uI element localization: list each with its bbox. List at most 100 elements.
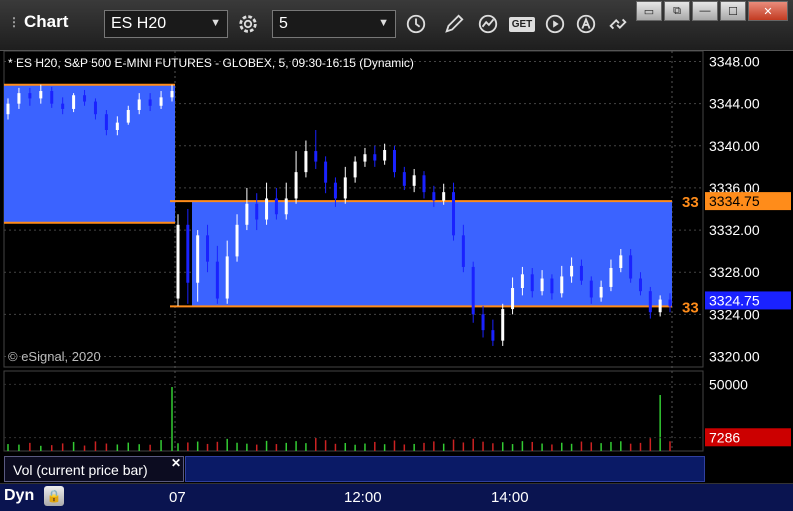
volume-study-label[interactable]: Vol (current price bar) — [4, 456, 184, 482]
clock-icon — [406, 14, 426, 34]
candle-body — [255, 203, 259, 220]
study-button[interactable] — [474, 10, 502, 38]
toolbar: ⋮ Chart ES H20 ▼ 5 ▼ GET ▭ ⧉ — ☐ ✕ — [0, 0, 793, 51]
candle-body — [83, 95, 87, 102]
grip-icon: ⋮ — [8, 15, 20, 29]
candle-body — [170, 91, 174, 98]
candle-body — [491, 330, 495, 341]
app-title-label: Chart — [24, 12, 69, 31]
x-tick: 07 — [169, 489, 186, 506]
candle-body — [61, 103, 65, 109]
level-short-label: 33 — [682, 299, 699, 316]
upper-level-tag: 3334.75 — [709, 193, 760, 209]
candle-body — [353, 161, 357, 178]
pin-icon: ▭ — [643, 5, 655, 18]
candle-body — [442, 192, 446, 201]
restore-button[interactable]: ⧉ — [664, 1, 690, 21]
volume-study-text: Vol (current price bar) — [13, 462, 148, 478]
candle-body — [461, 235, 465, 267]
candle-body — [550, 278, 554, 294]
candle-body — [530, 274, 534, 292]
candle-body — [422, 175, 426, 193]
app-title: ⋮ Chart — [8, 12, 68, 32]
candle-body — [17, 93, 21, 104]
candle-body — [215, 261, 219, 299]
level-short-label: 33 — [682, 194, 699, 211]
close-icon: ✕ — [763, 5, 773, 18]
link-button[interactable] — [604, 10, 632, 38]
candle-body — [520, 274, 524, 288]
candle-body — [540, 278, 544, 292]
candle-body — [265, 198, 269, 220]
minimize-button[interactable]: — — [692, 1, 718, 21]
interval-input[interactable]: 5 ▼ — [272, 10, 396, 38]
candle-body — [668, 299, 672, 307]
alert-icon — [576, 14, 596, 34]
candle-body — [314, 151, 318, 162]
close-icon[interactable]: ✕ — [171, 456, 181, 470]
candle-body — [137, 99, 141, 110]
chevron-down-icon[interactable]: ▼ — [210, 17, 221, 29]
candle-body — [629, 255, 633, 279]
price-tick-label: 3344.00 — [709, 96, 760, 112]
candle-body — [126, 109, 130, 123]
candle-body — [599, 286, 603, 298]
candle-body — [658, 299, 662, 313]
price-tick-label: 3348.00 — [709, 54, 760, 70]
close-button[interactable]: ✕ — [748, 1, 788, 21]
get-button[interactable]: GET — [506, 10, 538, 38]
candle-body — [50, 91, 54, 104]
candle-body — [274, 198, 278, 215]
candle-body — [383, 150, 387, 161]
symbol-input[interactable]: ES H20 ▼ — [104, 10, 228, 38]
play-button[interactable] — [541, 10, 569, 38]
candle-body — [186, 224, 190, 283]
candle-body — [206, 235, 210, 262]
time-axis — [0, 483, 793, 511]
settings-button[interactable] — [234, 10, 262, 38]
link-icon — [609, 18, 627, 30]
candle-body — [115, 122, 119, 130]
dynamic-label: Dyn — [4, 487, 35, 504]
candle-body — [648, 291, 652, 313]
candle-body — [638, 278, 642, 292]
candle-body — [324, 161, 328, 183]
candle-body — [432, 192, 436, 201]
volume-tick-label: 50000 — [709, 376, 748, 392]
candle-body — [481, 314, 485, 331]
candle-body — [363, 154, 367, 162]
candle-body — [6, 103, 10, 115]
candle-body — [39, 91, 43, 99]
time-button[interactable] — [402, 10, 430, 38]
candle-body — [392, 150, 396, 173]
candle-body — [28, 93, 32, 99]
price-tick-label: 3332.00 — [709, 222, 760, 238]
maximize-button[interactable]: ☐ — [720, 1, 746, 21]
pin-button[interactable]: ▭ — [636, 1, 662, 21]
candle-body — [511, 288, 515, 310]
candle-body — [333, 182, 337, 199]
candle-body — [579, 265, 583, 281]
candle-body — [570, 265, 574, 277]
price-tick-label: 3328.00 — [709, 264, 760, 280]
chevron-down-icon[interactable]: ▼ — [378, 17, 389, 29]
lock-icon[interactable]: 🔒 — [44, 486, 64, 506]
play-icon — [545, 14, 565, 34]
interval-value: 5 — [279, 15, 288, 32]
price-chart[interactable]: 3348.003344.003340.003336.003332.003328.… — [0, 51, 793, 483]
candle-body — [501, 309, 505, 341]
alert-button[interactable] — [572, 10, 600, 38]
candle-body — [196, 235, 200, 283]
candle-body — [471, 266, 475, 315]
price-tick-label: 3320.00 — [709, 348, 760, 364]
candle-body — [373, 154, 377, 161]
volume-study-strip — [185, 456, 705, 482]
draw-button[interactable] — [440, 10, 468, 38]
candle-body — [148, 99, 152, 106]
x-tick: 14:00 — [491, 489, 529, 506]
maximize-icon: ☐ — [728, 5, 738, 18]
candle-body — [402, 172, 406, 186]
candle-body — [412, 175, 416, 186]
candle-body — [93, 101, 97, 115]
candle-body — [452, 192, 456, 236]
